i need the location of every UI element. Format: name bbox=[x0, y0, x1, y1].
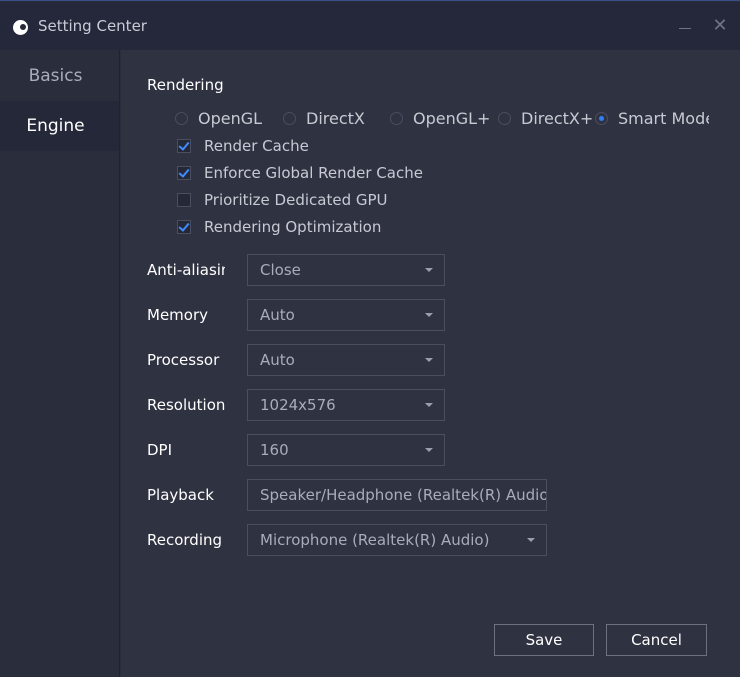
anti-aliasing-select[interactable]: Close bbox=[247, 254, 445, 286]
sidebar-item-basics[interactable]: Basics bbox=[0, 51, 119, 101]
minimize-icon[interactable] bbox=[676, 16, 694, 36]
resolution-select[interactable]: 1024x576 bbox=[247, 389, 445, 421]
radio-directx-plus[interactable]: DirectX+ bbox=[498, 107, 593, 129]
chevron-down-icon bbox=[425, 358, 433, 362]
cancel-button[interactable]: Cancel bbox=[606, 624, 707, 656]
radio-button[interactable] bbox=[390, 111, 403, 125]
engine-settings-panel: Rendering OpenGL DirectX OpenGL+ DirectX… bbox=[121, 50, 740, 677]
rendering-label: Rendering bbox=[147, 76, 224, 94]
radio-directx[interactable]: DirectX bbox=[283, 107, 365, 129]
dpi-label: DPI bbox=[147, 441, 173, 459]
checkbox-label: Prioritize Dedicated GPU bbox=[204, 191, 388, 209]
radio-button[interactable] bbox=[283, 111, 296, 125]
memory-label: Memory bbox=[147, 306, 209, 324]
checkbox-label: Render Cache bbox=[204, 137, 309, 155]
select-value: 1024x576 bbox=[260, 396, 336, 414]
radio-label: DirectX+ bbox=[521, 108, 594, 128]
select-value: Auto bbox=[260, 306, 295, 324]
recording-label: Recording bbox=[147, 531, 223, 549]
radio-label: DirectX bbox=[306, 108, 365, 128]
checkbox[interactable] bbox=[177, 139, 191, 153]
sidebar: Basics Engine bbox=[0, 50, 120, 677]
radio-smart-mode[interactable]: Smart Mode bbox=[595, 107, 709, 129]
playback-select[interactable]: Speaker/Headphone (Realtek(R) Audio) bbox=[247, 479, 547, 511]
window-title: Setting Center bbox=[38, 17, 147, 35]
radio-label: OpenGL bbox=[198, 108, 263, 128]
checkbox[interactable] bbox=[177, 166, 191, 180]
checkbox-prioritize-dedicated-gpu[interactable]: Prioritize Dedicated GPU bbox=[177, 189, 388, 211]
recording-select[interactable]: Microphone (Realtek(R) Audio) bbox=[247, 524, 547, 556]
sidebar-item-engine[interactable]: Engine bbox=[0, 101, 119, 151]
checkbox[interactable] bbox=[177, 220, 191, 234]
app-logo-icon bbox=[13, 20, 28, 35]
checkbox-label: Rendering Optimization bbox=[204, 218, 382, 236]
select-value: 160 bbox=[260, 441, 289, 459]
select-value: Close bbox=[260, 261, 301, 279]
radio-button-selected[interactable] bbox=[595, 111, 608, 125]
chevron-down-icon bbox=[425, 268, 433, 272]
anti-aliasing-label: Anti-aliasing bbox=[147, 261, 225, 279]
radio-label: OpenGL+ bbox=[413, 108, 491, 128]
processor-label: Processor bbox=[147, 351, 220, 369]
chevron-down-icon bbox=[425, 403, 433, 407]
processor-select[interactable]: Auto bbox=[247, 344, 445, 376]
checkbox-rendering-optimization[interactable]: Rendering Optimization bbox=[177, 216, 381, 238]
checkbox-enforce-global-render-cache[interactable]: Enforce Global Render Cache bbox=[177, 162, 423, 184]
title-bar[interactable]: Setting Center ✕ bbox=[0, 2, 740, 50]
checkbox[interactable] bbox=[177, 193, 191, 207]
close-icon[interactable]: ✕ bbox=[710, 16, 730, 36]
chevron-down-icon bbox=[425, 448, 433, 452]
dpi-select[interactable]: 160 bbox=[247, 434, 445, 466]
memory-select[interactable]: Auto bbox=[247, 299, 445, 331]
select-value: Microphone (Realtek(R) Audio) bbox=[260, 531, 490, 549]
resolution-label: Resolution bbox=[147, 396, 225, 414]
radio-opengl-plus[interactable]: OpenGL+ bbox=[390, 107, 490, 129]
select-value: Speaker/Headphone (Realtek(R) Audio) bbox=[260, 486, 547, 504]
radio-label: Smart Mode bbox=[618, 108, 709, 128]
chevron-down-icon bbox=[425, 313, 433, 317]
radio-opengl[interactable]: OpenGL bbox=[175, 107, 262, 129]
checkbox-label: Enforce Global Render Cache bbox=[204, 164, 423, 182]
select-value: Auto bbox=[260, 351, 295, 369]
settings-window: Setting Center ✕ Basics Engine Rendering… bbox=[0, 0, 740, 677]
chevron-down-icon bbox=[527, 538, 535, 542]
playback-label: Playback bbox=[147, 486, 214, 504]
checkbox-render-cache[interactable]: Render Cache bbox=[177, 135, 309, 157]
radio-button[interactable] bbox=[498, 111, 511, 125]
radio-button[interactable] bbox=[175, 111, 188, 125]
save-button[interactable]: Save bbox=[494, 624, 594, 656]
